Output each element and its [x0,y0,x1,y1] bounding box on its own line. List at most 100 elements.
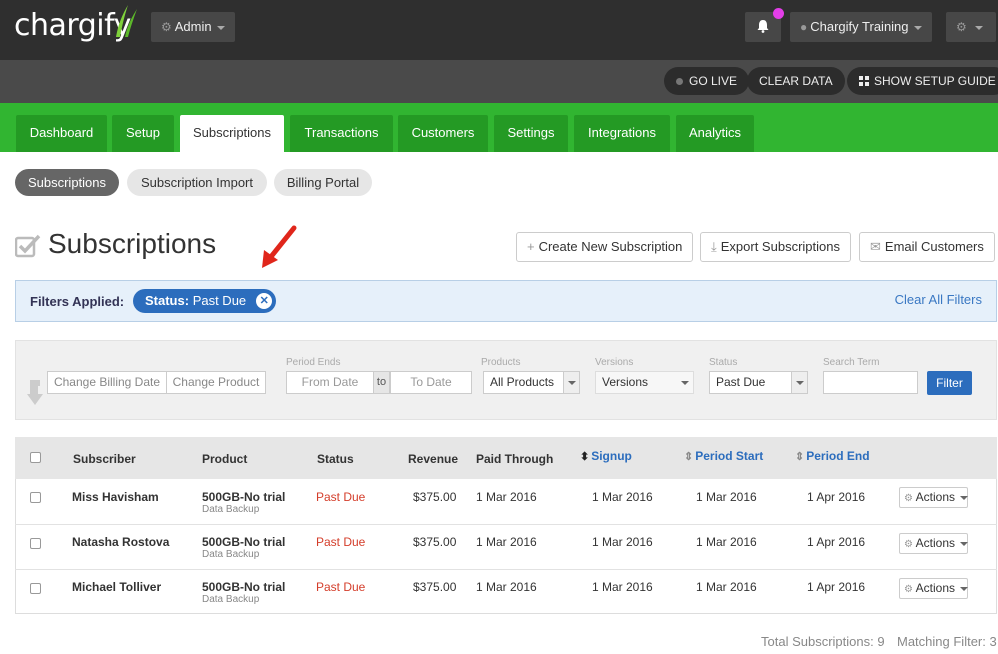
filters-applied-bar: Filters Applied: Status: Past Due ✕ Clea… [15,280,997,322]
tab-dashboard[interactable]: Dashboard [16,115,107,152]
actions-label: Actions [915,581,955,595]
tab-integrations[interactable]: Integrations [574,115,670,152]
status-text: Past Due [316,490,366,504]
signup-value: 1 Mar 2016 [592,535,653,549]
from-date-input[interactable]: From Date [286,371,374,394]
tab-transactions[interactable]: Transactions [290,115,393,152]
chevron-down-icon [791,372,807,393]
period-start-value: 1 Mar 2016 [696,535,757,549]
tab-setup[interactable]: Setup [112,115,174,152]
paid-through-value: 1 Mar 2016 [476,535,537,549]
tab-settings[interactable]: Settings [494,115,568,152]
subtab-subscriptions[interactable]: Subscriptions [15,169,119,196]
clear-data-button[interactable]: CLEAR DATA [747,67,845,95]
chip-value: Past Due [192,293,247,308]
subscriber-name[interactable]: Michael Tolliver [72,580,161,594]
create-subscription-button[interactable]: + Create New Subscription [516,232,694,262]
search-term-input[interactable] [823,371,918,394]
status-text: Past Due [316,535,366,549]
export-subscriptions-label: Export Subscriptions [720,239,840,254]
sort-icon: ⬍ [580,451,590,463]
subtab-billing-portal[interactable]: Billing Portal [274,169,372,196]
chevron-down-icon [563,372,579,393]
versions-select[interactable]: Versions [595,371,694,394]
subscriber-name[interactable]: Miss Havisham [72,490,159,504]
tab-subscriptions[interactable]: Subscriptions [180,115,284,152]
status-dot-icon [676,78,683,86]
go-live-label: GO LIVE [689,74,738,88]
to-date-input[interactable]: To Date [390,371,472,394]
red-arrow-annotation [262,225,297,268]
account-label: Chargify Training [810,19,909,34]
product-family: Data Backup [202,594,260,605]
chip-key: Status: [145,293,190,308]
versions-value: Versions [602,375,649,389]
status-label: Status [709,357,738,368]
period-ends-label: Period Ends [286,357,341,368]
settings-menu-button[interactable]: ⚙ [946,12,996,42]
paid-through-value: 1 Mar 2016 [476,490,537,504]
email-customers-label: Email Customers [884,239,984,254]
admin-menu-button[interactable]: ⚙ Admin [151,12,235,42]
period-end-value: 1 Apr 2016 [807,580,866,594]
bulk-action-arrow-icon [27,380,43,405]
create-subscription-label: Create New Subscription [538,239,683,254]
leaf-logo-icon [116,5,137,37]
product-name: 500GB-No trial [202,490,286,504]
actions-button[interactable]: ⚙ Actions [899,533,968,554]
clear-all-filters-link[interactable]: Clear All Filters [895,292,982,307]
close-icon[interactable]: ✕ [256,293,273,309]
actions-button[interactable]: ⚙ Actions [899,487,968,508]
go-live-button[interactable]: GO LIVE [664,67,750,95]
product-name: 500GB-No trial [202,535,286,549]
col-subscriber[interactable]: Subscriber [73,452,136,466]
col-paid-through[interactable]: Paid Through [476,452,553,466]
email-customers-button[interactable]: ✉ Email Customers [859,232,995,262]
period-end-value: 1 Apr 2016 [807,490,866,504]
period-end-value: 1 Apr 2016 [807,535,866,549]
product-family: Data Backup [202,504,260,515]
page-title: Subscriptions [48,228,217,259]
actions-button[interactable]: ⚙ Actions [899,578,968,599]
subscriber-name[interactable]: Natasha Rostova [72,535,169,549]
account-menu-button[interactable]: ● Chargify Training [790,12,932,42]
row-checkbox[interactable] [30,492,41,503]
product-family: Data Backup [202,549,260,560]
actions-label: Actions [915,536,955,550]
settings-menu-icon: ⚙ [956,20,967,34]
revenue-value: $375.00 [413,490,457,504]
row-checkbox[interactable] [30,538,41,549]
products-select[interactable]: All Products [483,371,580,394]
status-filter-chip[interactable]: Status: Past Due ✕ [133,289,277,313]
change-billing-date-button[interactable]: Change Billing Date [47,371,167,394]
clear-data-label: CLEAR DATA [759,74,833,88]
sort-icon: ⇕ [795,451,805,463]
revenue-value: $375.00 [413,580,457,594]
chevron-down-icon [974,25,983,30]
filter-button[interactable]: Filter [927,371,972,395]
products-value: All Products [490,375,555,389]
plus-icon: + [527,239,535,254]
col-product[interactable]: Product [202,452,247,466]
status-select[interactable]: Past Due [709,371,808,394]
select-all-checkbox[interactable] [30,452,41,463]
download-icon: ⤓ [711,239,717,254]
status-text: Past Due [316,580,366,594]
versions-label: Versions [595,357,634,368]
chevron-down-icon [960,586,968,591]
globe-icon: ● [800,20,808,34]
row-checkbox[interactable] [30,583,41,594]
subtab-subscription-import[interactable]: Subscription Import [127,169,267,196]
col-period-end[interactable]: ⇕ Period End [795,449,870,463]
show-setup-guide-button[interactable]: SHOW SETUP GUIDE [847,67,998,95]
export-subscriptions-button[interactable]: ⤓ Export Subscriptions [700,232,851,262]
col-period-start[interactable]: ⇕ Period Start [684,449,763,463]
period-start-value: 1 Mar 2016 [696,580,757,594]
change-product-button[interactable]: Change Product [166,371,266,394]
col-revenue[interactable]: Revenue [408,452,458,466]
bell-icon [757,20,769,33]
tab-customers[interactable]: Customers [398,115,488,152]
col-status[interactable]: Status [317,452,354,466]
tab-analytics[interactable]: Analytics [676,115,754,152]
col-signup[interactable]: ⬍ Signup [580,449,632,463]
